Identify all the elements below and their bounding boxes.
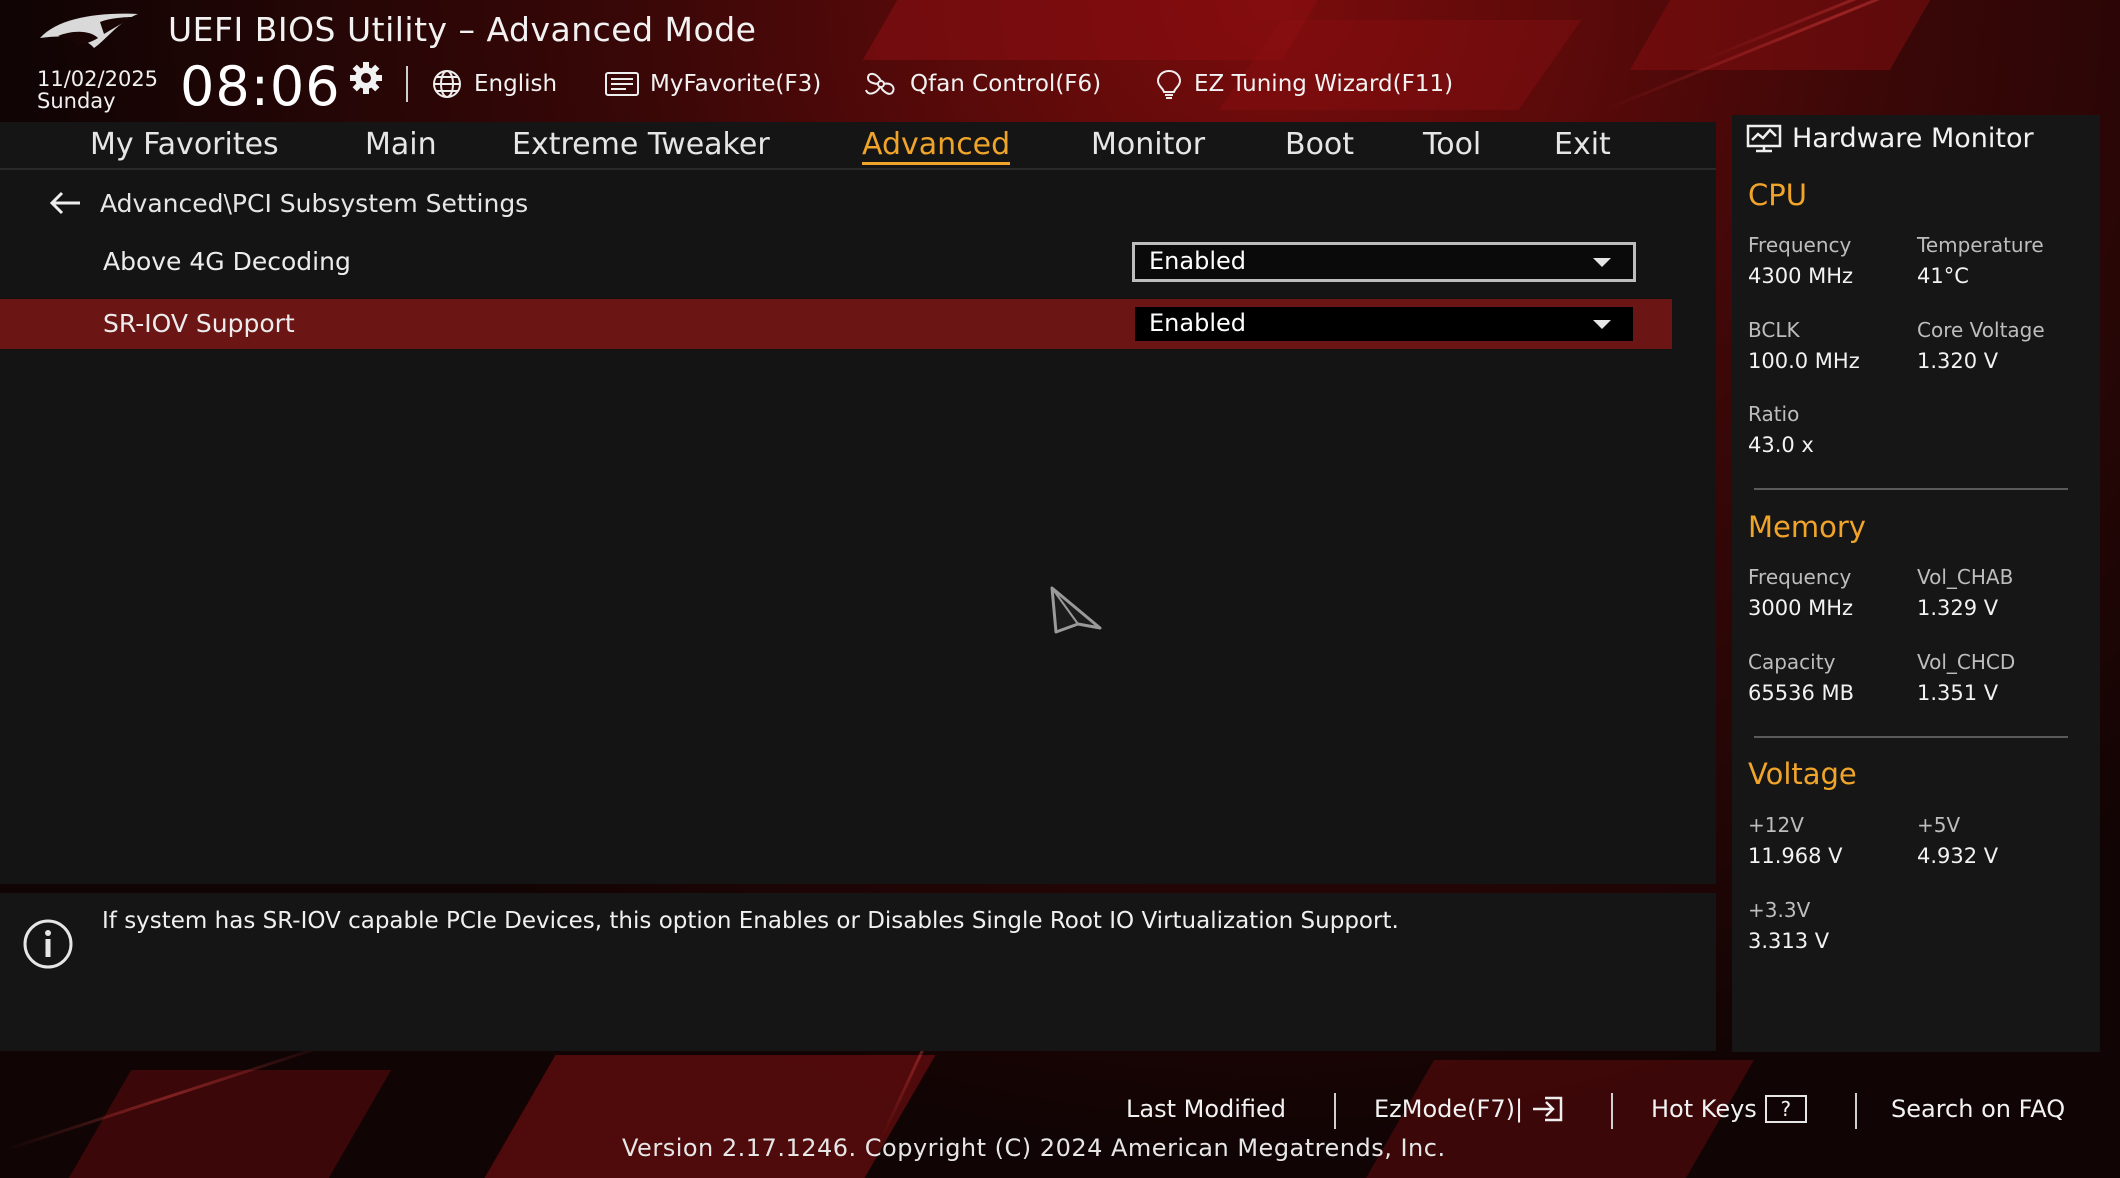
qfan-label: Qfan Control(F6)	[910, 71, 1102, 97]
hw-divider	[1754, 488, 2068, 490]
footer-divider	[1334, 1093, 1336, 1129]
v12-label: +12V	[1748, 813, 1804, 837]
cpu-heading: CPU	[1748, 178, 1807, 212]
ez-tuning-button[interactable]: EZ Tuning Wizard(F11)	[1154, 68, 1453, 100]
v5-value: 4.932 V	[1917, 844, 1999, 868]
chevron-down-icon	[1593, 320, 1611, 329]
chevron-down-icon	[1593, 258, 1611, 267]
tab-advanced[interactable]: Advanced	[862, 122, 1011, 168]
sr-iov-support-select[interactable]: Enabled	[1132, 304, 1636, 344]
clock: 08:06	[180, 55, 341, 118]
capacity-label: Capacity	[1748, 650, 1836, 674]
qfan-button[interactable]: Qfan Control(F6)	[862, 68, 1101, 100]
search-faq-button[interactable]: Search on FAQ	[1891, 1092, 2065, 1126]
app-title: UEFI BIOS Utility – Advanced Mode	[168, 10, 757, 49]
fan-icon	[865, 72, 895, 95]
vol-chab-value: 1.329 V	[1917, 596, 1999, 620]
language-label: English	[474, 71, 558, 97]
myfavorite-button[interactable]: MyFavorite(F3)	[604, 68, 821, 100]
setting-label: SR-IOV Support	[103, 309, 295, 338]
help-key-icon: ?	[1764, 1095, 1807, 1123]
back-arrow-icon[interactable]	[48, 191, 82, 215]
capacity-value: 65536 MB	[1748, 681, 1855, 705]
tab-exit[interactable]: Exit	[1554, 122, 1611, 168]
ezmode-button[interactable]: EzMode(F7)|	[1374, 1092, 1565, 1126]
breadcrumb-text: Advanced\PCI Subsystem Settings	[100, 188, 529, 218]
v33-label: +3.3V	[1748, 898, 1811, 922]
ratio-value: 43.0 x	[1748, 433, 1814, 457]
tab-bar: My Favorites Main Extreme Tweaker Advanc…	[0, 122, 1716, 171]
cpu-temperature-value: 41°C	[1917, 264, 1969, 288]
vol-chcd-value: 1.351 V	[1917, 681, 1999, 705]
footer-divider	[1855, 1093, 1857, 1129]
tab-boot[interactable]: Boot	[1285, 122, 1354, 168]
help-text: If system has SR-IOV capable PCIe Device…	[102, 908, 1399, 934]
ez-tuning-label: EZ Tuning Wizard(F11)	[1194, 71, 1454, 97]
bulb-icon	[1156, 69, 1182, 99]
gear-icon[interactable]	[348, 60, 384, 96]
monitor-icon	[1746, 124, 1782, 152]
tab-main[interactable]: Main	[365, 122, 437, 168]
core-voltage-value: 1.320 V	[1917, 349, 1999, 373]
hw-divider	[1754, 736, 2068, 738]
hardware-monitor-title: Hardware Monitor	[1746, 123, 2034, 154]
date-display: 11/02/2025 Sunday	[37, 68, 158, 112]
setting-row-above-4g-decoding[interactable]: Above 4G Decoding Enabled	[0, 237, 1672, 287]
favorite-icon	[605, 72, 639, 96]
day-text: Sunday	[37, 89, 116, 113]
cpu-temperature-label: Temperature	[1917, 233, 2044, 257]
core-voltage-label: Core Voltage	[1917, 318, 2045, 342]
footer-divider	[1611, 1093, 1613, 1129]
exit-arrow-icon	[1533, 1096, 1563, 1122]
vol-chcd-label: Vol_CHCD	[1917, 650, 2016, 674]
globe-icon	[433, 70, 461, 98]
bclk-value: 100.0 MHz	[1748, 349, 1860, 373]
info-icon	[23, 919, 73, 969]
cpu-frequency-value: 4300 MHz	[1748, 264, 1854, 288]
setting-label: Above 4G Decoding	[103, 247, 351, 276]
header-divider	[406, 66, 408, 102]
tab-tool[interactable]: Tool	[1423, 122, 1481, 168]
v5-label: +5V	[1917, 813, 1961, 837]
v12-value: 11.968 V	[1748, 844, 1843, 868]
tab-monitor[interactable]: Monitor	[1091, 122, 1205, 168]
tab-extreme-tweaker[interactable]: Extreme Tweaker	[512, 122, 770, 168]
select-value: Enabled	[1149, 309, 1246, 337]
memory-frequency-value: 3000 MHz	[1748, 596, 1854, 620]
vol-chab-label: Vol_CHAB	[1917, 565, 2014, 589]
bclk-label: BCLK	[1748, 318, 1800, 342]
above-4g-decoding-select[interactable]: Enabled	[1132, 242, 1636, 282]
cpu-frequency-label: Frequency	[1748, 233, 1852, 257]
date-text: 11/02/2025	[37, 67, 159, 91]
myfavorite-label: MyFavorite(F3)	[650, 71, 822, 97]
select-value: Enabled	[1149, 247, 1246, 275]
version-text: Version 2.17.1246. Copyright (C) 2024 Am…	[622, 1134, 1446, 1162]
breadcrumb: Advanced\PCI Subsystem Settings	[48, 183, 528, 223]
v33-value: 3.313 V	[1748, 929, 1830, 953]
language-button[interactable]: English	[430, 68, 557, 100]
memory-heading: Memory	[1748, 510, 1866, 544]
last-modified-button[interactable]: Last Modified	[1126, 1092, 1286, 1126]
setting-row-sr-iov-support[interactable]: SR-IOV Support Enabled	[0, 299, 1672, 349]
ratio-label: Ratio	[1748, 402, 1800, 426]
memory-frequency-label: Frequency	[1748, 565, 1852, 589]
rog-logo	[40, 13, 138, 48]
voltage-heading: Voltage	[1748, 757, 1857, 791]
hot-keys-button[interactable]: Hot Keys ?	[1651, 1092, 1807, 1126]
tab-my-favorites[interactable]: My Favorites	[90, 122, 279, 168]
mouse-pointer-icon	[1050, 586, 1102, 634]
